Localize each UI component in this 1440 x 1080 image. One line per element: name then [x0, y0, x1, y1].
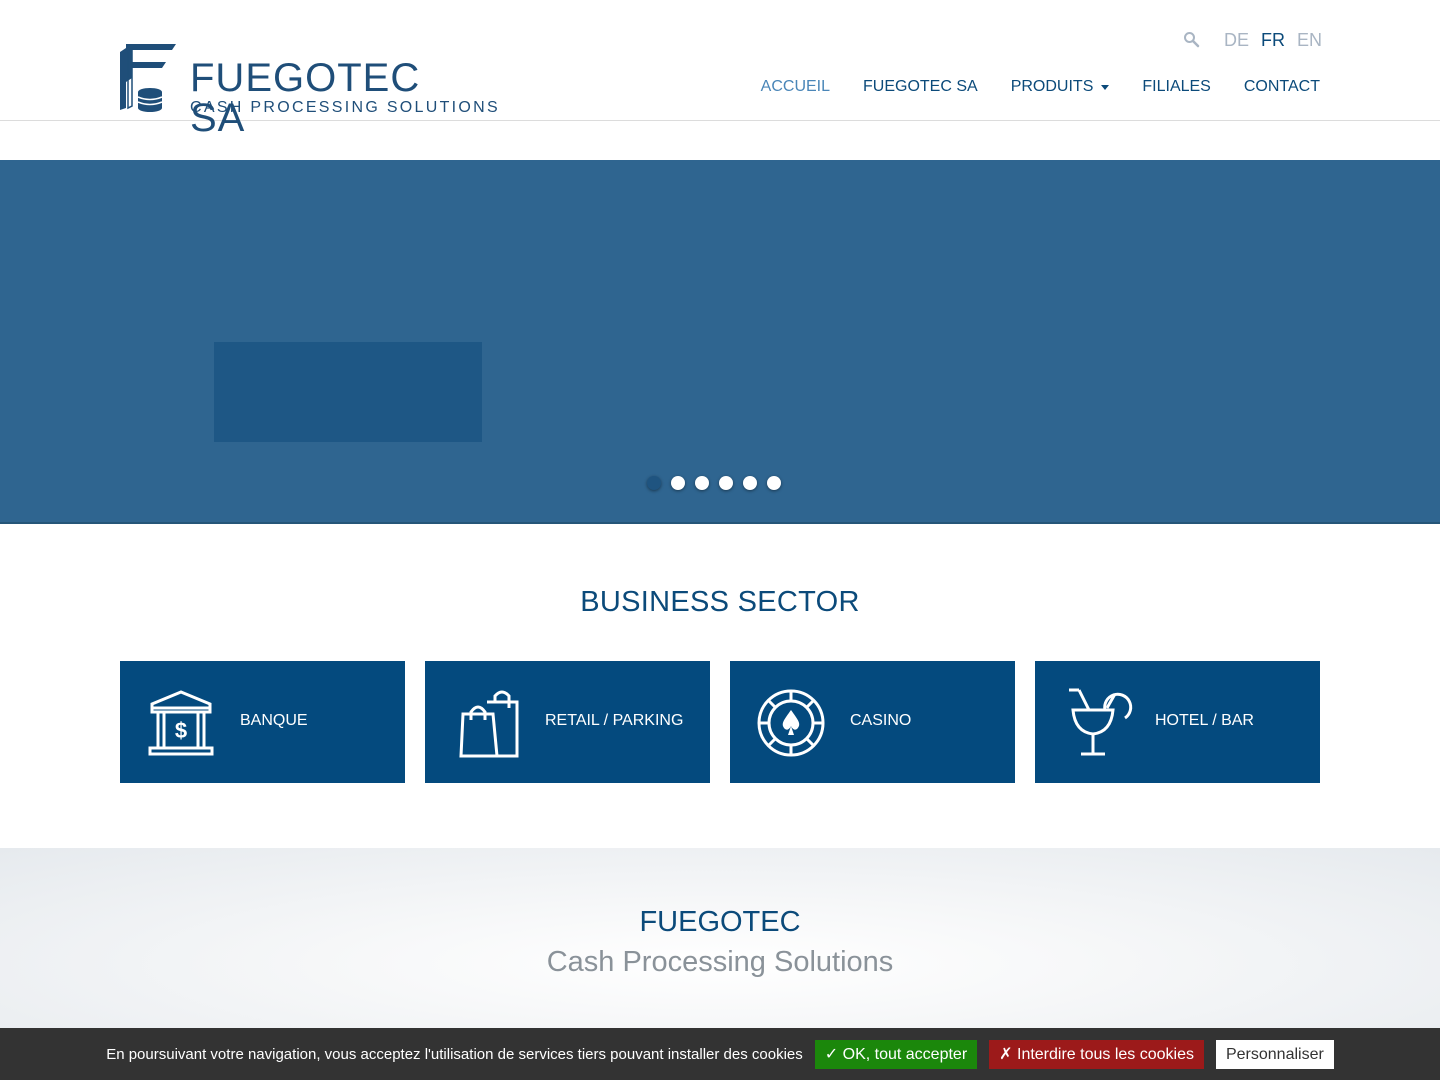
- casino-chip-icon: [757, 689, 825, 757]
- search-icon[interactable]: [1182, 30, 1202, 50]
- card-banque[interactable]: $ BANQUE: [120, 661, 405, 783]
- card-label: HOTEL / BAR: [1155, 712, 1254, 729]
- nav-produits[interactable]: PRODUITS: [1011, 78, 1110, 96]
- accept-cookies-button[interactable]: ✓ OK, tout accepter: [814, 1039, 978, 1069]
- lang-en[interactable]: EN: [1297, 30, 1322, 51]
- caret-down-icon: [1101, 84, 1110, 90]
- card-label: RETAIL / PARKING: [545, 712, 684, 729]
- cocktail-icon: [1069, 688, 1133, 756]
- slider-dot-3[interactable]: [695, 476, 709, 490]
- customize-cookies-button[interactable]: Personnaliser: [1215, 1039, 1334, 1069]
- lang-fr[interactable]: FR: [1261, 30, 1285, 51]
- hero-caption-box: [214, 342, 482, 442]
- lang-de[interactable]: DE: [1224, 30, 1249, 51]
- slider-dot-5[interactable]: [743, 476, 757, 490]
- card-retail-parking[interactable]: RETAIL / PARKING: [425, 661, 710, 783]
- sector-cards: $ BANQUE RETAIL / PARKING CASINO HOTEL /…: [120, 661, 1320, 783]
- bank-icon: $: [148, 690, 214, 756]
- about-subtitle: Cash Processing Solutions: [546, 946, 894, 978]
- nav-filiales[interactable]: FILIALES: [1142, 78, 1210, 96]
- card-casino[interactable]: CASINO: [730, 661, 1015, 783]
- logo-name: FUEGOTEC SA: [190, 56, 421, 140]
- nav-label: ACCUEIL: [760, 78, 831, 95]
- logo-tagline: CASH PROCESSING SOLUTIONS: [190, 99, 500, 116]
- svg-text:$: $: [175, 718, 187, 743]
- slider-dot-2[interactable]: [671, 476, 685, 490]
- slider-dot-1[interactable]: [647, 476, 661, 490]
- slider-dot-6[interactable]: [767, 476, 781, 490]
- site-header: FUEGOTEC SA CASH PROCESSING SOLUTIONS DE…: [0, 0, 1440, 138]
- logo[interactable]: FUEGOTEC SA CASH PROCESSING SOLUTIONS: [118, 42, 498, 138]
- hero-slider: [0, 160, 1440, 524]
- nav-label: CONTACT: [1243, 78, 1320, 95]
- slider-pagination: [647, 476, 781, 490]
- nav-label: FUEGOTEC SA: [863, 78, 978, 95]
- cookie-banner: En poursuivant votre navigation, vous ac…: [0, 1028, 1440, 1080]
- cookie-text: En poursuivant votre navigation, vous ac…: [106, 1045, 803, 1063]
- top-bar: DE FR EN: [1182, 28, 1322, 52]
- card-hotel-bar[interactable]: HOTEL / BAR: [1035, 661, 1320, 783]
- about-title: FUEGOTEC: [639, 906, 801, 938]
- nav-accueil[interactable]: ACCUEIL: [761, 78, 830, 96]
- nav-contact[interactable]: CONTACT: [1244, 78, 1320, 96]
- nav-label: FILIALES: [1142, 78, 1211, 95]
- logo-mark-icon: [120, 44, 176, 112]
- nav-fuegotec-sa[interactable]: FUEGOTEC SA: [863, 78, 978, 96]
- shopping-bag-icon: [459, 690, 519, 758]
- main-nav: ACCUEIL FUEGOTEC SA PRODUITS FILIALES CO…: [761, 78, 1320, 96]
- nav-label: PRODUITS: [1010, 78, 1094, 95]
- sector-title: BUSINESS SECTOR: [580, 586, 860, 618]
- deny-cookies-button[interactable]: ✗ Interdire tous les cookies: [989, 1039, 1204, 1069]
- card-label: BANQUE: [240, 712, 308, 729]
- card-label: CASINO: [850, 712, 912, 729]
- slider-dot-4[interactable]: [719, 476, 733, 490]
